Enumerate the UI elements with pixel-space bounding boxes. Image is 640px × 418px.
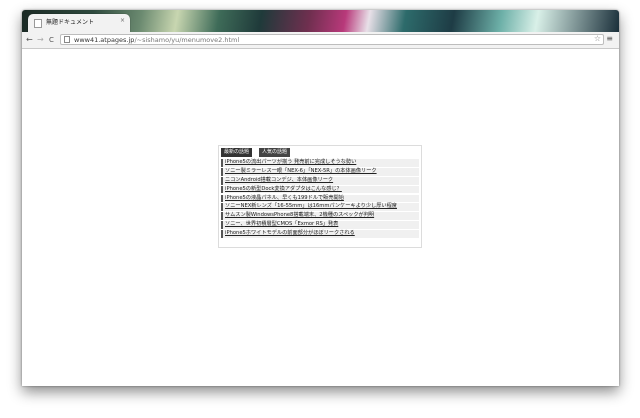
back-icon[interactable]: ← xyxy=(26,34,33,46)
news-link[interactable]: iPhone5ホワイトモデルの前面部分がほぼリークされる xyxy=(225,230,355,238)
forward-icon[interactable]: → xyxy=(37,34,44,46)
tab-popular-topics[interactable]: 人気の話題 xyxy=(259,148,291,157)
list-item: ソニーNEX新レンズ「16-55mm」は16mmパンケーキより少し厚い程度 xyxy=(221,203,419,212)
page-favicon-icon xyxy=(34,19,42,28)
news-link[interactable]: ニコンAndroid搭載コンデジ、本体画像リーク xyxy=(225,177,333,185)
list-item: ソニー、世界初積層型CMOS「Exmor RS」発表 xyxy=(221,221,419,230)
news-link[interactable]: サムスン製WindowsPhone8搭載端末、2機種のスペックが判明 xyxy=(225,212,374,220)
list-item: iPhone5の液晶パネル、早くも199ドルで販売開始 xyxy=(221,194,419,203)
list-item: iPhone5の新型Dock変換アダプタはこんな感じ？ xyxy=(221,185,419,194)
tab-title: 無題ドキュメント xyxy=(46,19,95,26)
news-link[interactable]: ソニーNEX新レンズ「16-55mm」は16mmパンケーキより少し厚い程度 xyxy=(225,203,397,211)
tab-close-icon[interactable]: × xyxy=(120,17,125,24)
address-bar[interactable]: www41.atpages.jp/~sishamo/yu/menumove2.h… xyxy=(60,34,604,45)
tab-latest-topics[interactable]: 最新の話題 xyxy=(221,148,253,157)
url-host: www41.atpages.jp xyxy=(74,36,135,44)
news-link[interactable]: ソニー、世界初積層型CMOS「Exmor RS」発表 xyxy=(225,221,338,229)
bookmark-star-icon[interactable]: ☆ xyxy=(594,33,601,45)
list-item: iPhone5ホワイトモデルの前面部分がほぼリークされる xyxy=(221,230,419,238)
browser-tab[interactable]: 無題ドキュメント × xyxy=(28,14,130,32)
page-content: 最新の話題 人気の話題 iPhone5の流出パーツが揃う 発売前に完成しそうな勢… xyxy=(22,49,619,386)
news-link[interactable]: ソニー製ミラーレス一眼「NEX-6」「NEX-5R」の本体画像リーク xyxy=(225,168,377,176)
list-item: iPhone5の流出パーツが揃う 発売前に完成しそうな勢い xyxy=(221,159,419,167)
menu-icon[interactable]: ≡ xyxy=(606,33,613,45)
list-item: ニコンAndroid搭載コンデジ、本体画像リーク xyxy=(221,176,419,185)
list-item: ソニー製ミラーレス一眼「NEX-6」「NEX-5R」の本体画像リーク xyxy=(221,167,419,176)
browser-toolbar: ← → C www41.atpages.jp/~sishamo/yu/menum… xyxy=(22,32,619,49)
news-link[interactable]: iPhone5の流出パーツが揃う 発売前に完成しそうな勢い xyxy=(225,159,356,167)
news-list: iPhone5の流出パーツが揃う 発売前に完成しそうな勢い ソニー製ミラーレス一… xyxy=(221,159,419,239)
reload-icon[interactable]: C xyxy=(49,34,54,46)
list-item: サムスン製WindowsPhone8搭載端末、2機種のスペックが判明 xyxy=(221,212,419,221)
news-link[interactable]: iPhone5の液晶パネル、早くも199ドルで販売開始 xyxy=(225,195,344,203)
url-path: /~sishamo/yu/menumove2.html xyxy=(134,36,240,44)
browser-window: 無題ドキュメント × ← → C www41.atpages.jp/~sisha… xyxy=(22,10,619,386)
news-widget: 最新の話題 人気の話題 iPhone5の流出パーツが揃う 発売前に完成しそうな勢… xyxy=(218,145,422,248)
url-text: www41.atpages.jp/~sishamo/yu/menumove2.h… xyxy=(74,35,239,45)
page-icon xyxy=(64,36,70,43)
title-bar: 無題ドキュメント × xyxy=(22,10,619,32)
news-link[interactable]: iPhone5の新型Dock変換アダプタはこんな感じ？ xyxy=(225,186,342,194)
